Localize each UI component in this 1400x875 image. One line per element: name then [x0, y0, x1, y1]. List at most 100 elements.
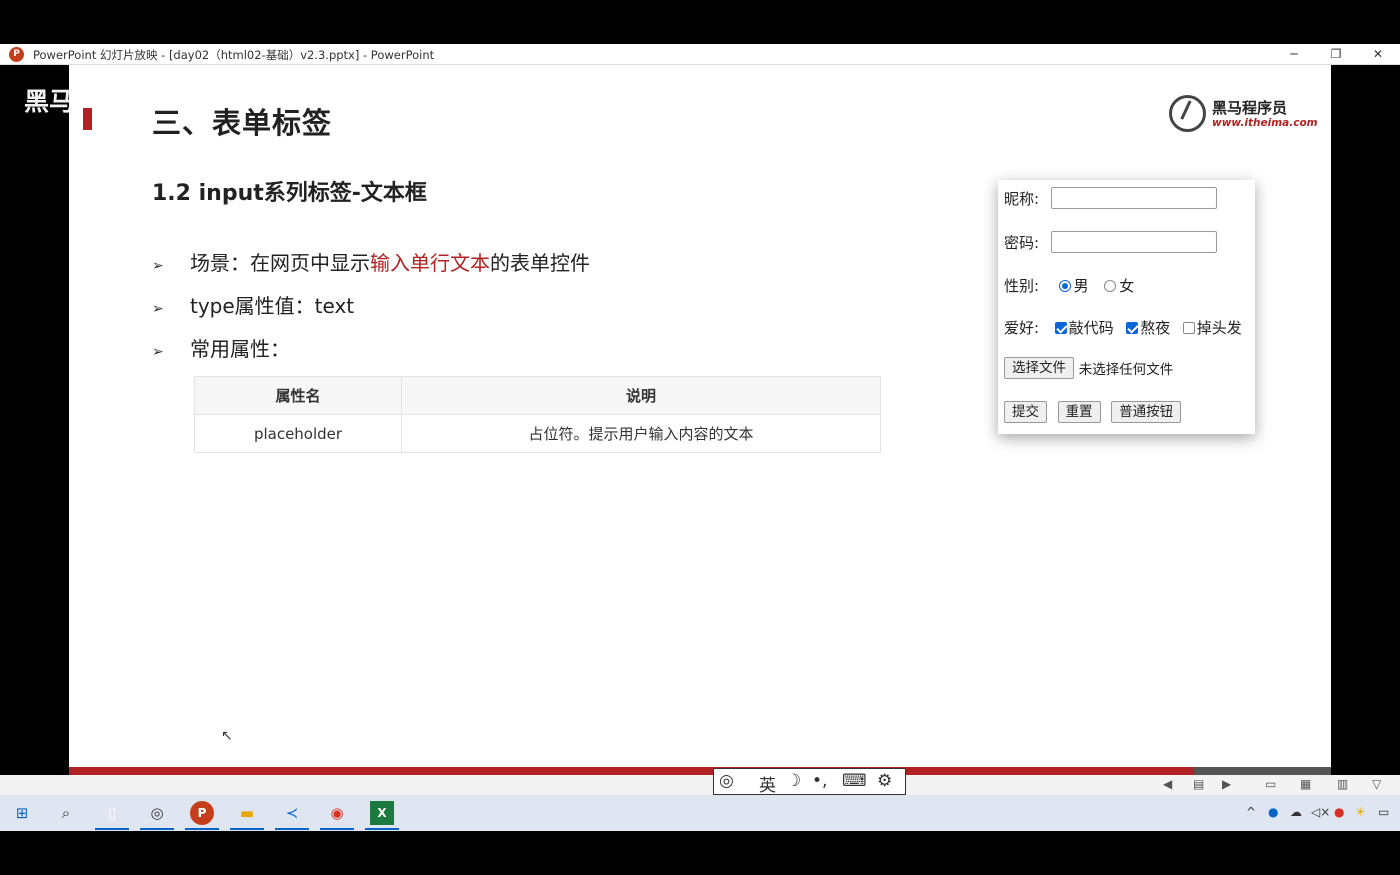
gender-female-label: 女 [1119, 277, 1135, 295]
password-label: 密码: [1004, 234, 1040, 252]
slide-sorter-icon[interactable]: ▦ [1300, 777, 1311, 791]
bullet-arrow-icon: ➢ [152, 344, 164, 360]
close-button[interactable]: ✕ [1363, 45, 1393, 63]
hobby-label: 爱好: [1004, 319, 1040, 337]
previous-slide-icon[interactable]: ◀ [1163, 777, 1172, 791]
bullet-highlight: 输入单行文本 [370, 251, 490, 275]
slideshow-statusbar: ◀ ▤ ▶ ▭ ▦ ▥ ▽ [0, 775, 1400, 795]
nickname-label: 昵称: [1004, 190, 1040, 208]
start-icon[interactable]: ⊞ [10, 801, 34, 825]
ime-mode-toggle[interactable]: 英 [759, 771, 776, 796]
hobby-hairloss-checkbox[interactable] [1182, 322, 1195, 334]
bullet-arrow-icon: ➢ [152, 301, 164, 317]
explorer-icon[interactable]: ▬ [235, 801, 259, 825]
hobby-hairloss-label: 掉头发 [1196, 319, 1242, 337]
file-active-indicator [95, 828, 129, 830]
gender-female-radio[interactable] [1104, 280, 1117, 292]
ime-logo-icon[interactable]: ◎ [719, 771, 734, 791]
restore-button[interactable]: ❐ [1321, 45, 1351, 63]
buttons-row: 提交 重置 普通按钮 [1004, 401, 1182, 423]
slideshow-icon[interactable]: ▽ [1372, 777, 1381, 791]
slide-footer-bar [69, 767, 1331, 775]
windows-taskbar: ⊞ ⌕ ▯ ◎ P ▬ ≺ ◉ X ^ ● ☁ ◁× ● ☀ ▭ [0, 795, 1400, 831]
chrome-active-indicator [320, 828, 354, 830]
notification-icon[interactable]: ▭ [1378, 805, 1389, 819]
password-row: 密码: [1004, 232, 1039, 253]
ime-settings-icon[interactable]: ⚙ [877, 771, 892, 791]
table-cell: 占位符。提示用户输入内容的文本 [401, 414, 881, 453]
itheima-logo: 黑马程序员 www.itheima.com [1169, 93, 1318, 133]
submit-button[interactable]: 提交 [1004, 401, 1047, 423]
notes-icon[interactable]: ▤ [1193, 777, 1204, 791]
file-status: 未选择任何文件 [1078, 362, 1174, 378]
gender-row: 性别: 男 女 [1004, 275, 1134, 296]
window-titlebar: P PowerPoint 幻灯片放映 - [day02（html02-基础）v2… [0, 44, 1400, 65]
bullet-text: type属性值：text [190, 294, 355, 318]
chrome-icon[interactable]: ◉ [325, 801, 349, 825]
screen-bottom-letterbox [0, 831, 1400, 875]
logo-url: www.itheima.com [1212, 117, 1318, 129]
bullet-scene: ➢ 场景：在网页中显示输入单行文本的表单控件 [152, 247, 590, 276]
browser-active-indicator [140, 828, 174, 830]
gender-label: 性别: [1004, 277, 1040, 295]
powerpoint-active-indicator [185, 828, 219, 830]
mouse-cursor-icon: ↖ [221, 728, 233, 744]
table-header: 说明 [401, 376, 881, 415]
ime-punctuation-icon[interactable]: •, [812, 771, 827, 791]
vscode-icon[interactable]: ≺ [280, 801, 304, 825]
logo-horse-icon [1169, 95, 1206, 132]
password-input[interactable] [1051, 231, 1217, 253]
table-header: 属性名 [194, 376, 402, 415]
hobby-coding-checkbox[interactable] [1054, 322, 1067, 334]
reset-button[interactable]: 重置 [1057, 401, 1101, 423]
nickname-input[interactable] [1051, 187, 1217, 209]
watermark: 黑马 [24, 87, 75, 116]
normal-view-icon[interactable]: ▭ [1265, 777, 1276, 791]
gender-male-label: 男 [1073, 277, 1089, 295]
browser-icon[interactable]: ◎ [145, 801, 169, 825]
tray-yellow-icon[interactable]: ☀ [1355, 805, 1366, 819]
logo-brand: 黑马程序员 [1212, 99, 1288, 117]
volume-muted-icon[interactable]: ◁× [1311, 805, 1330, 819]
ime-keyboard-icon[interactable]: ⌨ [842, 771, 867, 791]
form-demo-panel: 昵称: 密码: 性别: 男 女 爱好: 敲代码 熬夜 掉头发 选择文件 未选择任… [998, 180, 1255, 434]
tray-app-icon[interactable]: ● [1268, 805, 1278, 819]
vscode-active-indicator [275, 828, 309, 830]
window-title: PowerPoint 幻灯片放映 - [day02（html02-基础）v2.3… [33, 48, 435, 62]
explorer-active-indicator [230, 828, 264, 830]
excel-icon[interactable]: X [370, 801, 394, 825]
table-header-row: 属性名 说明 [194, 376, 881, 415]
slide-heading: 三、表单标签 [152, 106, 333, 140]
heading-accent-bar [83, 108, 92, 130]
table-cell: placeholder [194, 414, 402, 453]
ime-fullwidth-icon[interactable]: ☽ [786, 771, 801, 791]
cloud-icon[interactable]: ☁ [1290, 805, 1302, 819]
hobby-coding-label: 敲代码 [1068, 319, 1114, 337]
hobby-latenight-checkbox[interactable] [1126, 322, 1139, 334]
tray-red-icon[interactable]: ● [1334, 805, 1344, 819]
excel-active-indicator [365, 828, 399, 830]
normal-button[interactable]: 普通按钮 [1111, 401, 1182, 423]
hobby-row: 爱好: 敲代码 熬夜 掉头发 [1004, 317, 1242, 338]
bullet-text: 常用属性： [190, 337, 290, 361]
reading-view-icon[interactable]: ▥ [1337, 777, 1348, 791]
tray-chevron-icon[interactable]: ^ [1246, 805, 1256, 819]
screen-top-letterbox [0, 0, 1400, 44]
nickname-row: 昵称: [1004, 188, 1039, 209]
next-slide-icon[interactable]: ▶ [1222, 777, 1231, 791]
powerpoint-icon[interactable]: P [190, 801, 214, 825]
slide-subheading: 1.2 input系列标签-文本框 [152, 181, 427, 206]
bullet-attributes: ➢ 常用属性： [152, 333, 290, 362]
minimize-button[interactable]: ─ [1279, 45, 1309, 63]
attribute-table: 属性名 说明 placeholder 占位符。提示用户输入内容的文本 [194, 376, 881, 453]
bullet-text: 的表单控件 [490, 251, 590, 275]
bullet-arrow-icon: ➢ [152, 258, 164, 274]
powerpoint-icon: P [9, 47, 24, 62]
search-icon[interactable]: ⌕ [54, 801, 78, 825]
file-icon[interactable]: ▯ [100, 801, 124, 825]
hobby-latenight-label: 熬夜 [1140, 319, 1171, 337]
bullet-type: ➢ type属性值：text [152, 290, 354, 319]
ime-toolbar: ◎ 英 ☽ •, ⌨ ⚙ [713, 768, 906, 796]
gender-male-radio[interactable] [1058, 280, 1071, 292]
choose-file-button[interactable]: 选择文件 [1004, 357, 1074, 379]
